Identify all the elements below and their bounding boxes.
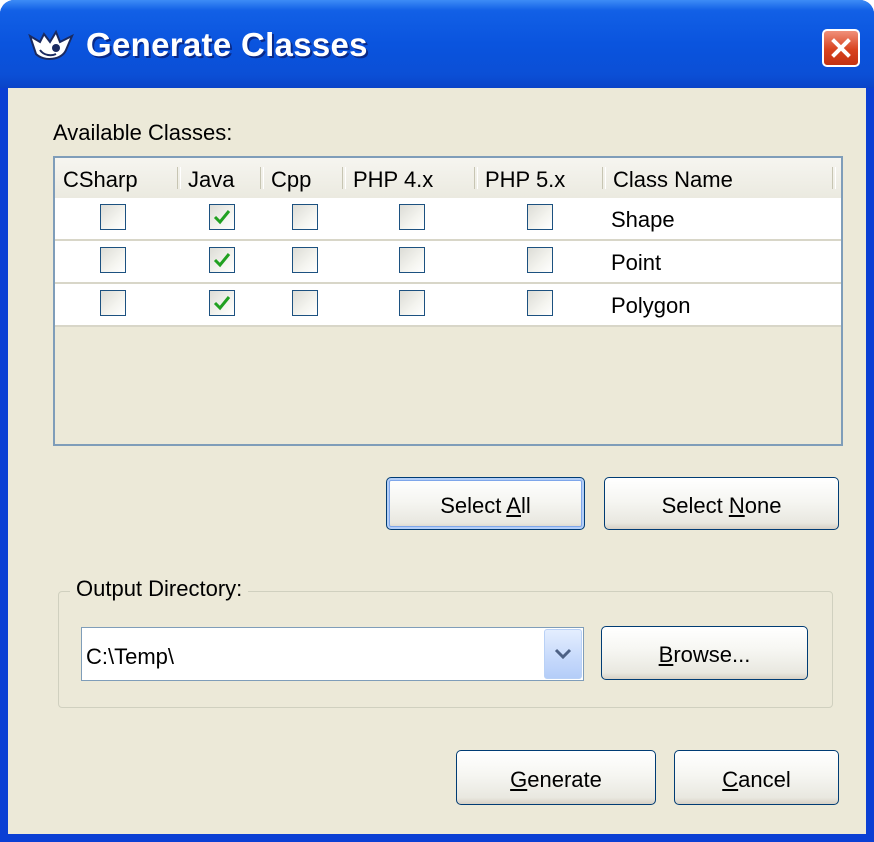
checkbox-php5[interactable] [527,204,553,230]
output-directory-combobox[interactable]: C:\Temp\ [81,627,584,681]
table-row[interactable]: Shape [55,198,841,241]
grid-header: CSharp Java Cpp PHP 4.x PHP 5.x Class Na… [55,158,841,200]
checkbox-php4[interactable] [399,290,425,316]
generate-button[interactable]: Generate [456,750,656,805]
cancel-accelerator: C [722,767,739,792]
output-directory-value[interactable]: C:\Temp\ [86,628,174,680]
browse-button[interactable]: Browse... [601,626,808,680]
checkbox-php5[interactable] [527,290,553,316]
checkmark-icon [213,253,231,268]
checkbox-php4[interactable] [399,247,425,273]
column-header-php4[interactable]: PHP 4.x [345,158,473,198]
checkbox-csharp[interactable] [100,247,126,273]
checkbox-php4[interactable] [399,204,425,230]
select-none-button[interactable]: Select None [604,477,839,530]
checkbox-java[interactable] [209,247,235,273]
column-header-java[interactable]: Java [180,158,260,198]
column-header-cpp[interactable]: Cpp [263,158,343,198]
checkbox-cpp[interactable] [292,204,318,230]
checkmark-icon [213,296,231,311]
table-row[interactable]: Point [55,241,841,284]
cancel-button[interactable]: Cancel [674,750,839,805]
checkbox-cpp[interactable] [292,247,318,273]
close-button[interactable] [822,29,860,67]
checkbox-java[interactable] [209,204,235,230]
browse-label-post: rowse... [673,642,751,667]
browse-accelerator: B [658,642,674,667]
select-none-accelerator: N [728,493,745,518]
column-divider[interactable] [832,167,836,189]
class-name-cell: Point [611,250,662,275]
available-classes-label: Available Classes: [53,120,233,145]
checkbox-csharp[interactable] [100,204,126,230]
column-header-php5[interactable]: PHP 5.x [477,158,601,198]
dropdown-button[interactable] [544,629,582,679]
checkbox-csharp[interactable] [100,290,126,316]
app-logo-icon [28,29,74,60]
cancel-label-post: ancel [738,767,791,792]
chevron-down-icon [554,648,572,660]
generate-label-post: enerate [527,767,602,792]
table-row[interactable]: Polygon [55,284,841,327]
title-bar[interactable]: Generate Classes [0,0,874,88]
class-name-cell: Polygon [611,293,691,318]
select-all-button[interactable]: Select All [386,477,585,530]
class-name-cell: Shape [611,207,675,232]
output-directory-label: Output Directory: [70,576,249,602]
select-all-accelerator: A [506,493,521,518]
window-title: Generate Classes [86,26,368,63]
column-header-csharp[interactable]: CSharp [55,158,177,198]
checkmark-icon [213,210,231,225]
select-all-label-post: ll [520,493,531,518]
checkbox-php5[interactable] [527,247,553,273]
column-header-class-name[interactable]: Class Name [605,158,833,198]
checkbox-java[interactable] [209,290,235,316]
classes-grid[interactable]: CSharp Java Cpp PHP 4.x PHP 5.x Class Na… [53,156,843,446]
checkbox-cpp[interactable] [292,290,318,316]
generate-classes-window: Generate Classes Available Classes: CSha… [0,0,874,842]
close-icon [831,38,851,58]
select-none-label-pre: Select [661,493,729,518]
generate-accelerator: G [510,767,528,792]
select-none-label-post: one [744,493,782,518]
select-all-label-pre: Select [440,493,507,518]
